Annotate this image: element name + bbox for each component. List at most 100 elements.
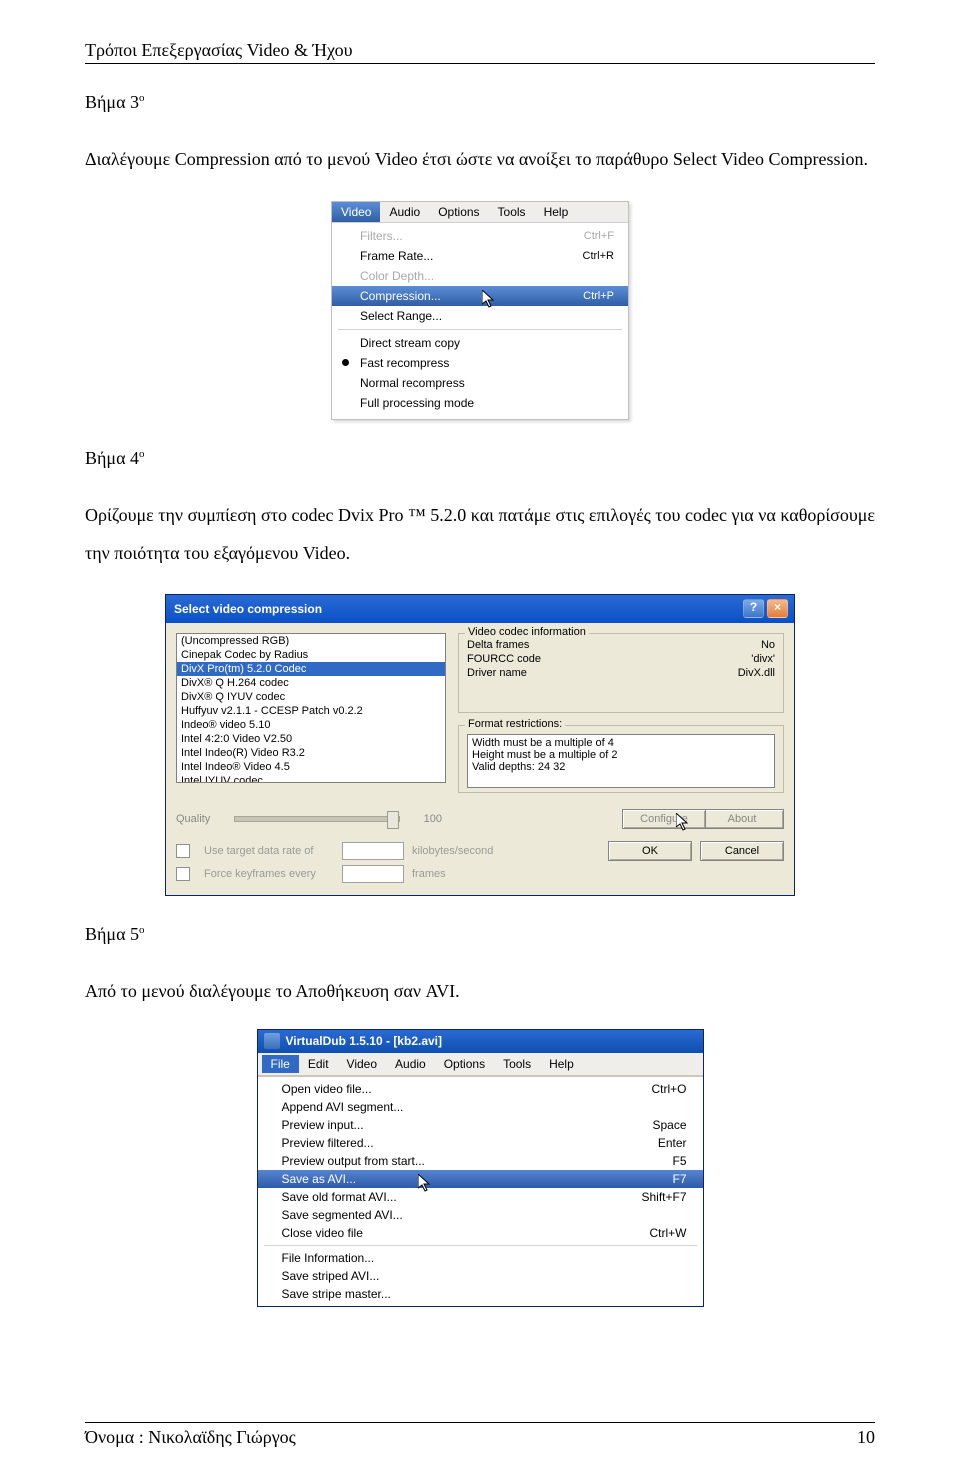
menu-item-label: Filters... <box>360 229 403 243</box>
menu-item-shortcut: F7 <box>672 1172 686 1186</box>
menu-item-normalrecompress[interactable]: Normal recompress <box>332 373 628 393</box>
list-item[interactable]: DivX® Q IYUV codec <box>177 690 445 704</box>
menu-item-label: Save old format AVI... <box>282 1190 397 1204</box>
restrict-line: Valid depths: 24 32 <box>472 761 770 773</box>
vd-item-save-old[interactable]: Save old format AVI...Shift+F7 <box>258 1188 703 1206</box>
menu-item-label: Frame Rate... <box>360 249 433 263</box>
vd-tab-help[interactable]: Help <box>540 1055 583 1073</box>
menu-item-framerate[interactable]: Frame Rate... Ctrl+R <box>332 246 628 266</box>
vd-menubar: File Edit Video Audio Options Tools Help <box>258 1053 703 1076</box>
menu-item-label: Select Range... <box>360 309 442 323</box>
menu-item-filters[interactable]: Filters... Ctrl+F <box>332 226 628 246</box>
configure-button[interactable]: Configure <box>622 809 706 829</box>
menu-item-label: Preview input... <box>282 1118 364 1132</box>
keyframes-label: Force keyframes every <box>204 868 334 880</box>
list-item[interactable]: DivX® Q H.264 codec <box>177 676 445 690</box>
menu-item-directstream[interactable]: Direct stream copy <box>332 333 628 353</box>
menu-item-selectrange[interactable]: Select Range... <box>332 306 628 326</box>
tab-video[interactable]: Video <box>332 202 380 222</box>
menu-item-label: Save segmented AVI... <box>282 1208 403 1222</box>
about-button[interactable]: About <box>700 809 784 829</box>
vd-tab-video[interactable]: Video <box>338 1055 386 1073</box>
tab-tools[interactable]: Tools <box>489 202 535 222</box>
menu-item-label: Append AVI segment... <box>282 1100 404 1114</box>
info-key: Driver name <box>467 667 527 679</box>
quality-value: 100 <box>408 813 442 825</box>
keyframes-input[interactable] <box>342 865 404 883</box>
list-item[interactable]: Intel IYUV codec <box>177 774 445 783</box>
quality-label: Quality <box>176 813 226 825</box>
keyframes-unit: frames <box>412 868 446 880</box>
close-button[interactable]: × <box>767 599 788 618</box>
menu-item-fullprocessing[interactable]: Full processing mode <box>332 393 628 413</box>
vd-item-preview-input[interactable]: Preview input... Space <box>258 1116 703 1134</box>
radio-dot-icon <box>342 359 349 366</box>
codec-list[interactable]: (Uncompressed RGB) Cinepak Codec by Radi… <box>176 633 446 783</box>
data-rate-unit: kilobytes/second <box>412 845 493 857</box>
menu-item-label: Compression... <box>360 289 441 303</box>
list-item[interactable]: Huffyuv v2.1.1 - CCESP Patch v0.2.2 <box>177 704 445 718</box>
app-icon <box>264 1033 280 1049</box>
list-item[interactable]: Intel Indeo® Video 4.5 <box>177 760 445 774</box>
menu-item-shortcut: Space <box>652 1118 686 1132</box>
list-item[interactable]: Cinepak Codec by Radius <box>177 648 445 662</box>
vd-item-save-stripe-master[interactable]: Save stripe master... <box>258 1285 703 1303</box>
quality-slider[interactable] <box>234 816 400 822</box>
restrict-legend: Format restrictions: <box>465 718 565 730</box>
menu-item-label: Preview filtered... <box>282 1136 374 1150</box>
list-item[interactable]: Intel Indeo(R) Video R3.2 <box>177 746 445 760</box>
ok-button[interactable]: OK <box>608 841 692 861</box>
vd-item-preview-filtered[interactable]: Preview filtered...Enter <box>258 1134 703 1152</box>
menu-item-shortcut: Ctrl+P <box>583 290 614 302</box>
vd-tab-options[interactable]: Options <box>435 1055 494 1073</box>
codec-info-group: Video codec information Delta framesNo F… <box>458 633 784 713</box>
menu-item-compression[interactable]: Compression... Ctrl+P <box>332 286 628 306</box>
step4-body: Ορίζουμε την συμπίεση στο codec Dvix Pro… <box>85 497 875 573</box>
menu-item-label: Direct stream copy <box>360 336 460 350</box>
info-val: No <box>761 639 775 651</box>
menu-item-fastrecompress[interactable]: Fast recompress <box>332 353 628 373</box>
vd-tab-file[interactable]: File <box>262 1055 299 1073</box>
vd-tab-edit[interactable]: Edit <box>299 1055 338 1073</box>
vd-tab-tools[interactable]: Tools <box>494 1055 540 1073</box>
list-item-selected[interactable]: DivX Pro(tm) 5.2.0 Codec <box>177 662 445 676</box>
vd-titlebar: VirtualDub 1.5.10 - [kb2.avi] <box>258 1030 703 1053</box>
dialog-title-text: Select video compression <box>174 602 322 616</box>
tab-help[interactable]: Help <box>535 202 578 222</box>
vd-item-save-seg[interactable]: Save segmented AVI... <box>258 1206 703 1224</box>
menu-item-colordepth[interactable]: Color Depth... <box>332 266 628 286</box>
data-rate-input[interactable] <box>342 842 404 860</box>
list-item[interactable]: Indeo® video 5.10 <box>177 718 445 732</box>
footer-left: Όνομα : Νικολαϊδης Γιώργος <box>85 1427 296 1448</box>
vd-item-preview-output[interactable]: Preview output from start...F5 <box>258 1152 703 1170</box>
step5-heading: Βήμα 5ο <box>85 924 875 945</box>
menu-separator <box>338 329 622 330</box>
step4-sup: ο <box>139 448 145 460</box>
tab-audio[interactable]: Audio <box>380 202 429 222</box>
vd-item-save-striped[interactable]: Save striped AVI... <box>258 1267 703 1285</box>
vd-tab-audio[interactable]: Audio <box>386 1055 435 1073</box>
menu-item-shortcut: Ctrl+W <box>650 1226 687 1240</box>
tab-options[interactable]: Options <box>429 202 488 222</box>
step3-heading: Βήμα 3ο <box>85 92 875 113</box>
vd-item-save-avi[interactable]: Save as AVI... F7 <box>258 1170 703 1188</box>
list-item[interactable]: (Uncompressed RGB) <box>177 634 445 648</box>
list-item[interactable]: Intel 4:2:0 Video V2.50 <box>177 732 445 746</box>
vd-item-fileinfo[interactable]: File Information... <box>258 1249 703 1267</box>
slider-thumb[interactable] <box>387 811 399 829</box>
data-rate-checkbox[interactable] <box>176 844 190 858</box>
menu-item-label: Color Depth... <box>360 269 434 283</box>
vd-item-append[interactable]: Append AVI segment... <box>258 1098 703 1116</box>
keyframes-checkbox[interactable] <box>176 867 190 881</box>
vd-item-open[interactable]: Open video file...Ctrl+O <box>258 1080 703 1098</box>
menu-item-label: Close video file <box>282 1226 363 1240</box>
virtualdub-screenshot: VirtualDub 1.5.10 - [kb2.avi] File Edit … <box>257 1029 704 1307</box>
info-key: FOURCC code <box>467 653 541 665</box>
vd-item-close[interactable]: Close video file Ctrl+W <box>258 1224 703 1242</box>
cancel-button[interactable]: Cancel <box>700 841 784 861</box>
help-button[interactable]: ? <box>743 599 764 618</box>
menu-item-label: Normal recompress <box>360 376 465 390</box>
step5-sup: ο <box>139 924 145 936</box>
codec-info-legend: Video codec information <box>465 626 589 638</box>
step3-heading-text: Βήμα 3 <box>85 92 139 112</box>
